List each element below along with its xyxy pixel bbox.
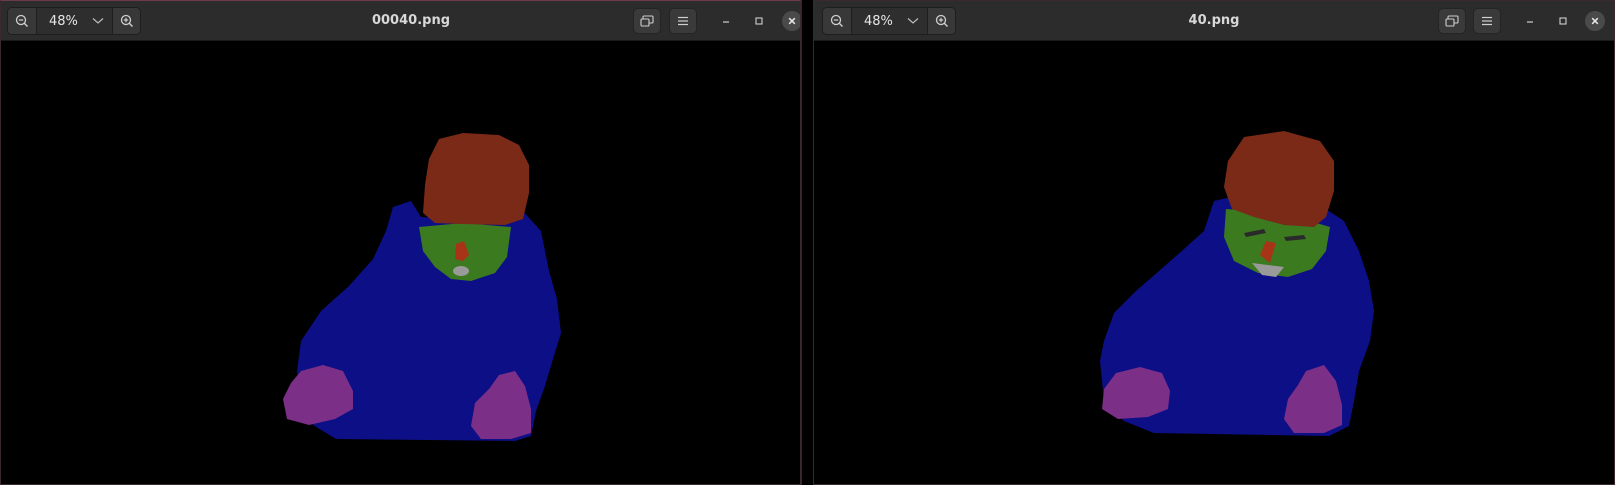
- minimize-icon: [1527, 21, 1533, 23]
- image-canvas[interactable]: [1, 41, 800, 484]
- gallery-icon: [1445, 15, 1459, 27]
- zoom-level-value: 48%: [864, 13, 893, 29]
- zoom-out-icon: [15, 14, 28, 27]
- mouth-region: [453, 266, 469, 276]
- zoom-control: 48%: [822, 7, 956, 35]
- headerbar: 48% 40.png: [814, 1, 1614, 41]
- zoom-in-button[interactable]: [112, 8, 140, 34]
- gallery-icon: [640, 15, 654, 27]
- zoom-level-dropdown[interactable]: 48%: [851, 8, 927, 34]
- close-button[interactable]: [782, 11, 800, 31]
- gallery-button[interactable]: [1438, 8, 1466, 34]
- headerbar: 48% 00040.png: [1, 1, 800, 41]
- chevron-down-icon: [907, 18, 919, 24]
- segmentation-image-left: [1, 41, 800, 484]
- zoom-in-icon: [120, 14, 133, 27]
- window-separator: [801, 0, 813, 485]
- zoom-level-dropdown[interactable]: 48%: [36, 8, 112, 34]
- minimize-icon: [723, 21, 729, 23]
- segmentation-image-right: [814, 41, 1614, 484]
- maximize-icon: [755, 17, 763, 25]
- image-canvas[interactable]: [814, 41, 1614, 484]
- main-menu-button[interactable]: [1473, 8, 1501, 34]
- maximize-icon: [1559, 17, 1567, 25]
- maximize-button[interactable]: [749, 11, 769, 31]
- close-icon: [788, 17, 796, 25]
- main-menu-button[interactable]: [669, 8, 697, 34]
- close-button[interactable]: [1585, 11, 1605, 31]
- window-title: 40.png: [1188, 13, 1240, 28]
- menu-icon: [678, 16, 688, 26]
- zoom-level-value: 48%: [49, 13, 78, 29]
- menu-icon: [1482, 16, 1492, 26]
- minimize-button[interactable]: [716, 11, 736, 31]
- zoom-out-icon: [830, 14, 843, 27]
- hair-region: [423, 133, 529, 225]
- minimize-button[interactable]: [1520, 11, 1540, 31]
- zoom-in-icon: [935, 14, 948, 27]
- window-title: 00040.png: [371, 13, 451, 28]
- image-viewer-window-right: 48% 40.png: [813, 0, 1615, 485]
- gallery-button[interactable]: [633, 8, 661, 34]
- zoom-out-button[interactable]: [823, 8, 851, 34]
- chevron-down-icon: [92, 18, 104, 24]
- maximize-button[interactable]: [1553, 11, 1573, 31]
- zoom-out-button[interactable]: [8, 8, 36, 34]
- zoom-control: 48%: [7, 7, 141, 35]
- close-icon: [1591, 17, 1599, 25]
- zoom-in-button[interactable]: [927, 8, 955, 34]
- image-viewer-window-left: 48% 00040.png: [0, 0, 801, 485]
